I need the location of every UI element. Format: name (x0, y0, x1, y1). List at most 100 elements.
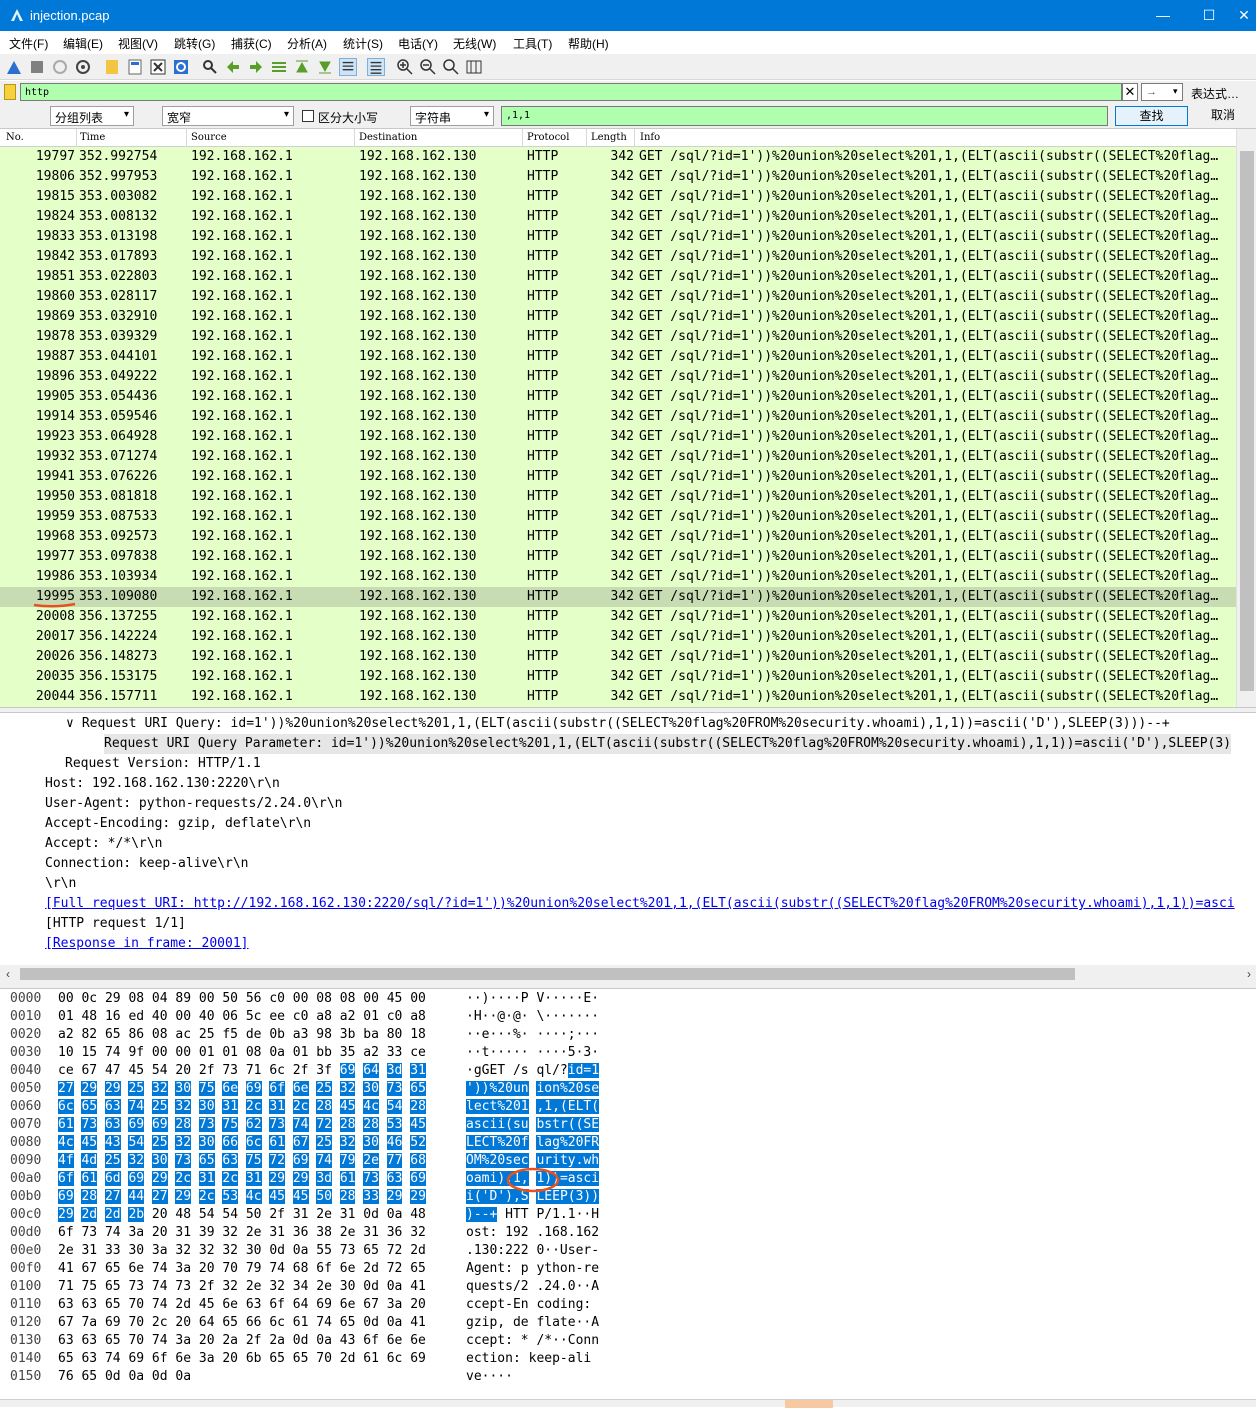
expression-button[interactable]: 表达式… (1191, 85, 1239, 102)
ascii-bytes[interactable]: ccept-En coding: (466, 1296, 591, 1314)
hex-bytes[interactable]: 65 63 74 69 6f 6e 3a 20 6b 65 65 70 2d 6… (58, 1350, 426, 1368)
packet-row[interactable]: 19842 353.017893 192.168.162.1 192.168.162.… (0, 247, 1236, 267)
packet-row[interactable]: 19959 353.087533 192.168.162.1 192.168.162.… (0, 507, 1236, 527)
byte-offset[interactable]: 0140 (10, 1350, 41, 1368)
restart-capture-icon[interactable] (51, 58, 69, 76)
menu-capture[interactable]: 捕获(C) (231, 35, 272, 52)
menu-tools[interactable]: 工具(T) (513, 35, 552, 52)
packet-row[interactable]: 19995 353.109080 192.168.162.1 192.168.162.… (0, 587, 1236, 607)
packet-row[interactable]: 19923 353.064928 192.168.162.1 192.168.162.… (0, 427, 1236, 447)
close-file-icon[interactable] (149, 58, 167, 76)
find-button[interactable]: 查找 (1115, 106, 1188, 126)
find-packet-icon[interactable] (201, 58, 219, 76)
byte-offset[interactable]: 0040 (10, 1062, 41, 1080)
ascii-bytes[interactable]: '))%20un ion%20se (466, 1080, 600, 1098)
byte-offset[interactable]: 0010 (10, 1008, 41, 1026)
byte-offset[interactable]: 0100 (10, 1278, 41, 1296)
column-protocol[interactable]: Protocol (527, 132, 569, 143)
clear-filter-icon[interactable]: ✕ (1122, 83, 1138, 101)
packet-row[interactable]: 19851 353.022803 192.168.162.1 192.168.162.… (0, 267, 1236, 287)
find-type-select[interactable]: 字符串 ▾ (410, 106, 494, 126)
menu-wireless[interactable]: 无线(W) (453, 35, 496, 52)
menu-help[interactable]: 帮助(H) (568, 35, 609, 52)
case-sensitive-checkbox[interactable] (302, 110, 314, 122)
byte-offset[interactable]: 00e0 (10, 1242, 41, 1260)
hex-bytes[interactable]: 69 28 27 44 27 29 2c 53 4c 45 45 50 28 3… (58, 1188, 426, 1206)
zoom-reset-icon[interactable] (442, 58, 460, 76)
ascii-bytes[interactable]: quests/2 .24.0··A (466, 1278, 599, 1296)
ascii-bytes[interactable]: ccept: * /*··Conn (466, 1332, 599, 1350)
byte-offset[interactable]: 0000 (10, 990, 41, 1008)
packet-row[interactable]: 20026 356.148273 192.168.162.1 192.168.162.… (0, 647, 1236, 667)
byte-offset[interactable]: 0060 (10, 1098, 41, 1116)
menu-statistics[interactable]: 统计(S) (343, 35, 383, 52)
menu-view[interactable]: 视图(V) (118, 35, 158, 52)
byte-offset[interactable]: 0030 (10, 1044, 41, 1062)
byte-offset[interactable]: 0070 (10, 1116, 41, 1134)
hex-bytes[interactable]: 6f 73 74 3a 20 31 39 32 2e 31 36 38 2e 3… (58, 1224, 426, 1242)
hex-bytes[interactable]: 76 65 0d 0a 0d 0a (58, 1368, 191, 1386)
byte-offset[interactable]: 0150 (10, 1368, 41, 1386)
reload-file-icon[interactable] (172, 58, 190, 76)
bookmark-icon[interactable] (4, 84, 16, 100)
column-info[interactable]: Info (640, 132, 660, 143)
menu-file[interactable]: 文件(F) (9, 35, 48, 52)
menu-telephony[interactable]: 电话(Y) (398, 35, 438, 52)
hex-bytes[interactable]: 01 48 16 ed 40 00 40 06 5c ee c0 a8 a2 0… (58, 1008, 426, 1026)
packet-row[interactable]: 19869 353.032910 192.168.162.1 192.168.162.… (0, 307, 1236, 327)
ascii-bytes[interactable]: ·H··@·@· \······· (466, 1008, 599, 1026)
byte-offset[interactable]: 0120 (10, 1314, 41, 1332)
byte-offset[interactable]: 00f0 (10, 1260, 41, 1278)
detail-line[interactable]: Host: 192.168.162.130:2220\r\n (45, 774, 280, 794)
expander-chevron-icon[interactable]: ∨ (66, 716, 74, 731)
stop-capture-icon[interactable] (28, 58, 46, 76)
hex-bytes[interactable]: 6c 65 63 74 25 32 30 31 2c 31 2c 28 45 4… (58, 1098, 426, 1116)
hex-bytes[interactable]: 00 0c 29 08 04 89 00 50 56 c0 00 08 08 0… (58, 990, 426, 1008)
cancel-button[interactable]: 取消 (1193, 106, 1253, 126)
menu-analyze[interactable]: 分析(A) (287, 35, 327, 52)
ascii-bytes[interactable]: gzip, de flate··A (466, 1314, 599, 1332)
column-time[interactable]: Time (80, 132, 105, 143)
find-input[interactable]: ,1,1 (501, 106, 1108, 126)
hex-bytes[interactable]: 2e 31 33 30 3a 32 32 32 30 0d 0a 55 73 6… (58, 1242, 426, 1260)
detail-line[interactable]: [Full request URI: http://192.168.162.13… (45, 894, 1235, 914)
display-filter-input[interactable]: http (20, 83, 1122, 101)
packet-row[interactable]: 19860 353.028117 192.168.162.1 192.168.162.… (0, 287, 1236, 307)
ascii-bytes[interactable]: ··)····P V·····E· (466, 990, 599, 1008)
ascii-bytes[interactable]: )--+ HTT P/1.1··H (466, 1206, 599, 1224)
hex-bytes[interactable]: 71 75 65 73 74 73 2f 32 2e 32 34 2e 30 0… (58, 1278, 426, 1296)
byte-offset[interactable]: 00d0 (10, 1224, 41, 1242)
packet-row[interactable]: 19815 353.003082 192.168.162.1 192.168.162.… (0, 187, 1236, 207)
packet-row[interactable]: 19932 353.071274 192.168.162.1 192.168.162.… (0, 447, 1236, 467)
menu-go[interactable]: 跳转(G) (174, 35, 215, 52)
packet-row[interactable]: 19941 353.076226 192.168.162.1 192.168.162.… (0, 467, 1236, 487)
ascii-bytes[interactable]: ·gGET /s ql/?id=1 (466, 1062, 600, 1080)
ascii-bytes[interactable]: Agent: p ython-re (466, 1260, 599, 1278)
byte-offset[interactable]: 00c0 (10, 1206, 41, 1224)
filter-history-chevron-icon[interactable]: ▾ (1173, 86, 1178, 97)
ascii-bytes[interactable]: .130:222 0··User- (466, 1242, 599, 1260)
find-scope-select[interactable]: 分组列表 ▾ (50, 106, 134, 126)
packet-row[interactable]: 19824 353.008132 192.168.162.1 192.168.162.… (0, 207, 1236, 227)
detail-line[interactable]: [Response in frame: 20001] (45, 934, 249, 954)
packet-row[interactable]: 19914 353.059546 192.168.162.1 192.168.162.… (0, 407, 1236, 427)
byte-offset[interactable]: 00a0 (10, 1170, 41, 1188)
go-forward-icon[interactable] (247, 58, 265, 76)
hex-bytes[interactable]: 63 63 65 70 74 3a 20 2a 2f 2a 0d 0a 43 6… (58, 1332, 426, 1350)
go-to-packet-icon[interactable] (270, 58, 288, 76)
column-length[interactable]: Length (591, 132, 627, 143)
scroll-left-icon[interactable]: ‹ (6, 965, 10, 983)
detail-line[interactable]: \r\n (45, 874, 76, 894)
column-no[interactable]: No. (6, 132, 24, 143)
detail-line[interactable]: Accept-Encoding: gzip, deflate\r\n (45, 814, 311, 834)
hex-bytes[interactable]: 61 73 63 69 69 28 73 75 62 73 74 72 28 2… (58, 1116, 426, 1134)
detail-line[interactable]: Request Version: HTTP/1.1 (65, 754, 261, 774)
autoscroll-icon[interactable] (339, 58, 357, 76)
packet-row[interactable]: 19806 352.997953 192.168.162.1 192.168.162.… (0, 167, 1236, 187)
ascii-bytes[interactable]: OM%20sec urity.wh (466, 1152, 600, 1170)
hex-bytes[interactable]: ce 67 47 45 54 20 2f 73 71 6c 2f 3f 69 6… (58, 1062, 426, 1080)
byte-offset[interactable]: 0110 (10, 1296, 41, 1314)
ascii-bytes[interactable]: ··e···%· ····;··· (466, 1026, 599, 1044)
start-capture-icon[interactable] (5, 58, 23, 76)
details-horizontal-scrollbar[interactable]: ‹ › (0, 965, 1256, 983)
